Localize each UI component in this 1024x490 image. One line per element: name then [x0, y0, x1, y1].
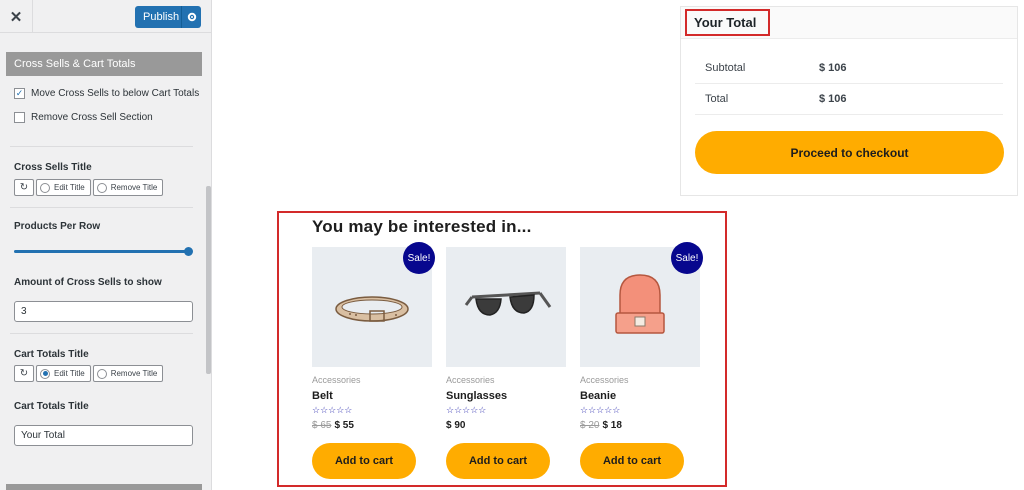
reset-icon: ↻: [19, 368, 29, 379]
product-price: $ 65 $ 55: [312, 420, 354, 431]
product-category[interactable]: Accessories: [312, 375, 361, 385]
move-cross-sells-checkbox[interactable]: ✓: [14, 88, 25, 99]
section-title-bar: Cross Sells & Cart Totals: [6, 52, 202, 76]
cart-totals-remove-title-option[interactable]: Remove Title: [92, 365, 164, 382]
cross-sells-remove-title-option[interactable]: Remove Title: [92, 179, 164, 196]
cart-totals-title-value: Your Total: [21, 430, 65, 441]
amount-value: 3: [21, 306, 27, 317]
remove-title-label: Remove Title: [110, 183, 158, 192]
product-card: Sale! Accessories Belt ☆☆☆☆☆ $ 65 $ 55 Ad…: [312, 242, 435, 485]
cross-sells-section: You may be interested in... Sale! Access…: [277, 211, 727, 487]
edit-title-label: Edit Title: [54, 183, 85, 192]
subtotal-value: $ 106: [819, 62, 847, 74]
total-label: Total: [705, 93, 729, 105]
divider: [10, 207, 193, 208]
remove-cross-sell-option[interactable]: Remove Cross Sell Section: [14, 112, 153, 123]
product-price: $ 90: [446, 420, 465, 431]
edit-title-label: Edit Title: [54, 369, 85, 378]
add-to-cart-button[interactable]: Add to cart: [446, 443, 550, 479]
cart-totals-header: Your Total: [681, 7, 1017, 39]
publish-button[interactable]: Publish: [135, 6, 201, 28]
subtotal-label: Subtotal: [705, 62, 746, 74]
sale-price: $ 18: [602, 420, 622, 431]
page-root: ✕ Publish Cross Sells & Cart Totals ✓ Mo…: [0, 0, 1024, 490]
reset-button[interactable]: ↻: [14, 365, 34, 382]
next-section-bar[interactable]: [6, 484, 202, 490]
product-price: $ 20 $ 18: [580, 420, 622, 431]
add-to-cart-button[interactable]: Add to cart: [580, 443, 684, 479]
rating-stars: ☆☆☆☆☆: [446, 405, 487, 415]
divider: [10, 146, 193, 147]
customizer-sidebar: ✕ Publish Cross Sells & Cart Totals ✓ Mo…: [0, 0, 212, 490]
proceed-to-checkout-button[interactable]: Proceed to checkout: [695, 131, 1004, 174]
product-card: Accessories Sunglasses ☆☆☆☆☆ $ 90 Add to…: [446, 247, 566, 485]
product-card: Sale! Accessories Beanie ☆☆☆☆☆ $ 20 $ 18 …: [580, 242, 703, 485]
radio-icon: [96, 182, 107, 193]
cross-sells-title-options: ↻ Edit Title Remove Title: [14, 179, 164, 196]
product-category[interactable]: Accessories: [446, 375, 495, 385]
total-row: Total $ 106: [695, 84, 1003, 115]
reset-icon: ↻: [19, 182, 29, 193]
product-name[interactable]: Sunglasses: [446, 390, 507, 402]
sunglasses-icon: [464, 291, 552, 316]
reset-button[interactable]: ↻: [14, 179, 34, 196]
radio-icon: [40, 182, 50, 193]
product-name[interactable]: Belt: [312, 390, 333, 402]
section-title: Cross Sells & Cart Totals: [14, 58, 136, 70]
divider: [10, 333, 193, 334]
product-name[interactable]: Beanie: [580, 390, 616, 402]
product-image[interactable]: [446, 247, 566, 367]
cart-totals-title: Your Total: [685, 9, 770, 36]
close-icon: ✕: [9, 8, 23, 26]
move-cross-sells-label: Move Cross Sells to below Cart Totals: [31, 88, 200, 99]
remove-cross-sell-checkbox[interactable]: [14, 112, 25, 123]
amount-cross-sells-label: Amount of Cross Sells to show: [14, 277, 162, 288]
cross-sells-title-label: Cross Sells Title: [14, 162, 92, 173]
cart-totals-title-options: ↻ Edit Title Remove Title: [14, 365, 164, 382]
old-price: $ 20: [580, 420, 600, 431]
radio-icon: [40, 368, 50, 379]
cart-totals-title-field-label: Cart Totals Title: [14, 401, 89, 412]
move-cross-sells-option[interactable]: ✓ Move Cross Sells to below Cart Totals: [14, 88, 199, 99]
product-category[interactable]: Accessories: [580, 375, 629, 385]
cart-totals-box: Your Total Subtotal $ 106 Total $ 106 Pr…: [680, 6, 1018, 196]
old-price: $ 65: [312, 420, 332, 431]
rating-stars: ☆☆☆☆☆: [580, 405, 621, 415]
sale-badge: Sale!: [403, 242, 435, 274]
publish-label: Publish: [143, 11, 180, 23]
cart-totals-title-input[interactable]: Your Total: [14, 425, 193, 446]
total-value: $ 106: [819, 93, 847, 105]
radio-icon: [96, 368, 107, 379]
sale-badge: Sale!: [671, 242, 703, 274]
sidebar-header: ✕ Publish: [0, 0, 211, 33]
rating-stars: ☆☆☆☆☆: [312, 405, 353, 415]
amount-cross-sells-input[interactable]: 3: [14, 301, 193, 322]
cross-sells-title: You may be interested in...: [312, 217, 532, 236]
remove-title-label: Remove Title: [110, 369, 158, 378]
slider-track: [14, 250, 190, 253]
sale-price: $ 55: [334, 420, 354, 431]
sale-price: $ 90: [446, 420, 466, 431]
subtotal-row: Subtotal $ 106: [695, 53, 1003, 84]
add-to-cart-button[interactable]: Add to cart: [312, 443, 416, 479]
cart-totals-edit-title-option[interactable]: Edit Title: [36, 365, 91, 382]
sidebar-scrollbar[interactable]: [206, 186, 211, 374]
close-button[interactable]: ✕: [0, 0, 33, 33]
cart-totals-title-label: Cart Totals Title: [14, 349, 89, 360]
remove-cross-sell-label: Remove Cross Sell Section: [31, 112, 153, 123]
products-per-row-slider[interactable]: [14, 247, 193, 256]
products-per-row-label: Products Per Row: [14, 221, 101, 232]
cross-sells-edit-title-option[interactable]: Edit Title: [36, 179, 91, 196]
gear-icon[interactable]: [181, 6, 201, 28]
slider-thumb[interactable]: [184, 247, 193, 256]
